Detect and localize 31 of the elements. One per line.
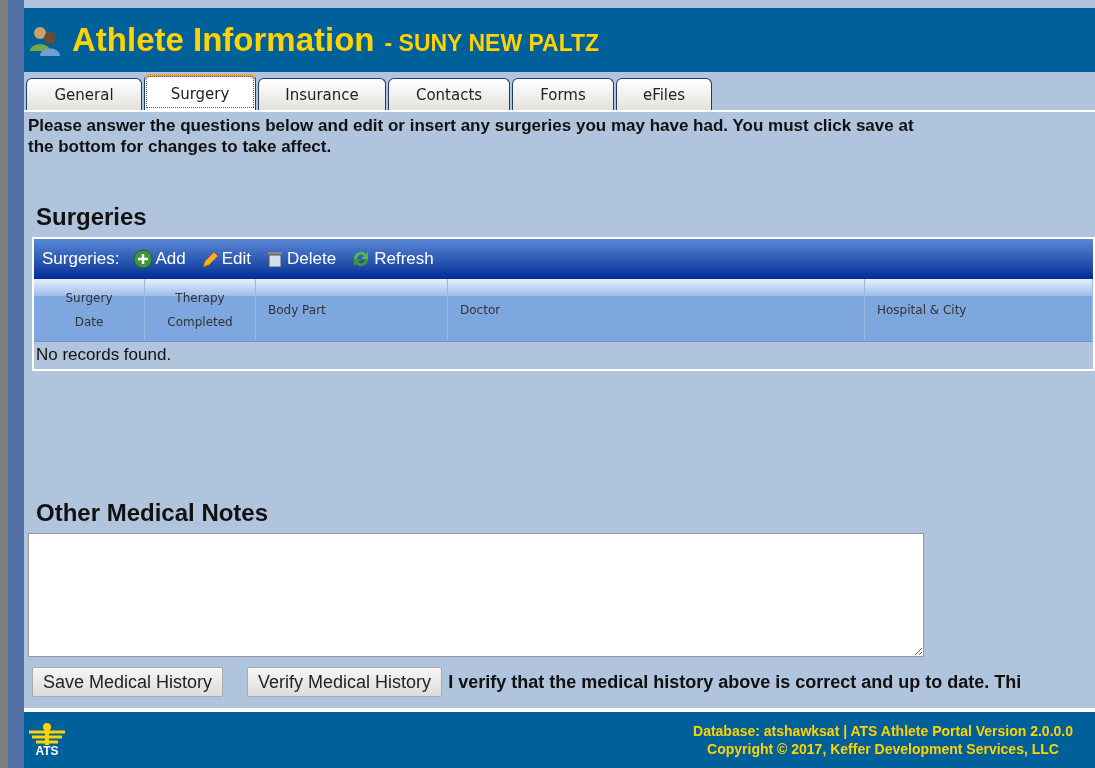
notes-field[interactable] [28, 533, 924, 657]
column-header[interactable]: Surgery Date [34, 279, 145, 341]
column-header[interactable]: Therapy Completed [145, 279, 256, 341]
section-heading: Other Medical Notes [36, 499, 270, 527]
tab[interactable]: Forms [512, 78, 614, 110]
pencil-icon [199, 249, 220, 269]
toolbar-action[interactable]: Edit [199, 249, 252, 269]
toolbar-label: Surgeries: [42, 249, 120, 269]
tab[interactable]: General [26, 78, 142, 110]
school-name: - SUNY NEW PALTZ [384, 29, 600, 57]
column-header[interactable]: Body Part [256, 279, 448, 341]
toolbar-action[interactable]: Add [133, 249, 186, 269]
verify-text: I verify that the medical history above is correct and up to date. Thi [448, 671, 1022, 693]
page-title: Athlete Information [72, 21, 375, 59]
tab[interactable]: Surgery [144, 74, 256, 110]
column-header[interactable]: Hospital & City [865, 279, 1093, 341]
tab[interactable]: eFiles [616, 78, 712, 110]
column-header[interactable]: Doctor [448, 279, 865, 341]
tab[interactable]: Insurance [258, 78, 386, 110]
history-button[interactable]: Save Medical History [32, 667, 224, 697]
toolbar-action[interactable]: Refresh [350, 249, 434, 269]
empty-message: No records found. [34, 341, 1093, 369]
tab[interactable]: Contacts [388, 78, 510, 110]
toolbar-action[interactable]: Delete [265, 249, 337, 269]
add-icon [133, 249, 154, 269]
ats-logo: ATS [28, 723, 66, 757]
version-text: Database: atshawksat | ATS Athlete Portal Version 2.0.0.0 [693, 722, 1073, 740]
copyright-text: Copyright © 2017, Keffer Development Services, LLC [706, 740, 1060, 758]
instructions-text: Please answer the questions below and edit or insert any surgeries you may have had. You must click save at the bottom for changes to take affect. [28, 115, 915, 157]
history-button[interactable]: Verify Medical History [247, 667, 443, 697]
section-heading: Surgeries [36, 203, 148, 231]
